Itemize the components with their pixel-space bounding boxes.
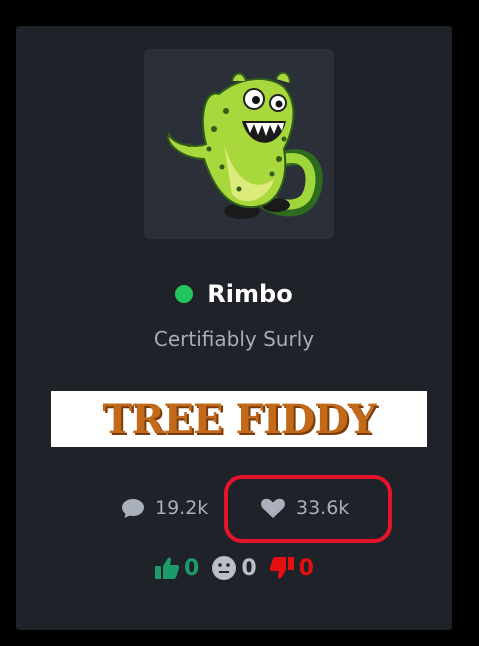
banner-text: TREE FIDDY <box>102 395 377 443</box>
thumbs-down-icon <box>269 557 294 579</box>
thumbs-up-count: 0 <box>184 555 200 581</box>
name-row: Rimbo <box>16 278 452 310</box>
thumbs-down-count: 0 <box>298 555 314 581</box>
profile-banner: TREE FIDDY <box>51 391 427 447</box>
thumbs-down-reaction[interactable]: 0 <box>269 556 314 581</box>
user-name[interactable]: Rimbo <box>207 280 292 308</box>
comments-stat[interactable]: 19.2k <box>121 493 208 523</box>
online-status-dot <box>175 285 194 303</box>
monster-avatar-image <box>167 71 323 219</box>
neutral-face-icon <box>212 556 237 580</box>
profile-card: Rimbo Certifiably Surly TREE FIDDY 19.2k… <box>16 26 452 630</box>
comment-icon <box>122 499 144 518</box>
comments-count: 19.2k <box>155 497 209 519</box>
avatar[interactable] <box>144 49 334 239</box>
user-subtitle: Certifiably Surly <box>153 327 315 351</box>
reactions-bar: 0 0 0 <box>16 554 452 582</box>
thumbs-up-reaction[interactable]: 0 <box>154 556 199 581</box>
neutral-reaction[interactable]: 0 <box>211 555 257 581</box>
thumbs-up-icon <box>155 557 180 579</box>
neutral-count: 0 <box>241 555 257 581</box>
likes-highlight-annotation <box>224 475 392 543</box>
